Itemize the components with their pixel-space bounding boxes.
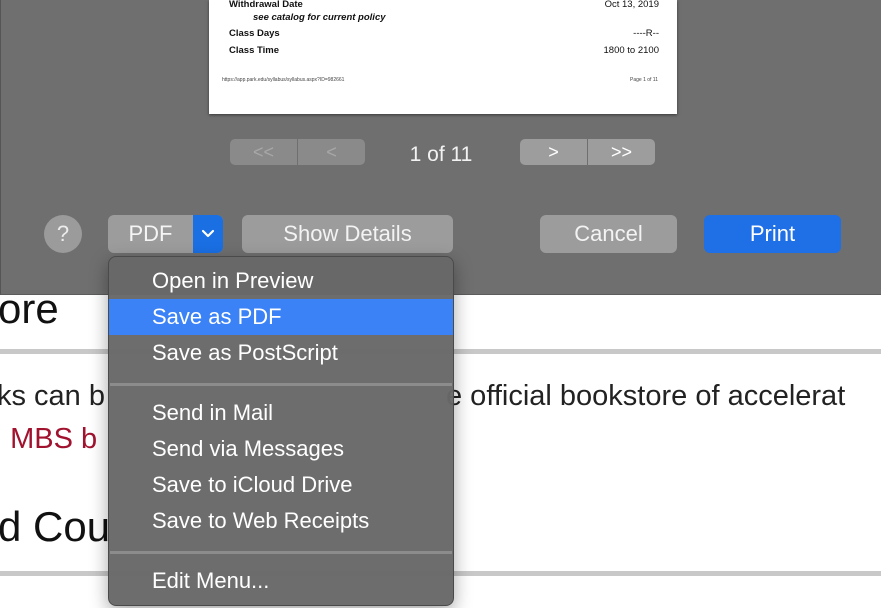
preview-value: 1800 to 2100: [603, 45, 659, 56]
preview-note: see catalog for current policy: [253, 12, 386, 23]
section-heading-partial: d Cou: [0, 503, 111, 550]
cancel-button[interactable]: Cancel: [540, 215, 677, 253]
page-indicator: 1 of 11: [409, 143, 473, 166]
menu-item-save-to-web-receipts[interactable]: Save to Web Receipts: [109, 503, 453, 539]
page-nav-back: << <: [230, 139, 365, 165]
print-button[interactable]: Print: [704, 215, 841, 253]
preview-value: Oct 13, 2019: [604, 0, 659, 10]
menu-item-save-as-pdf[interactable]: Save as PDF: [109, 299, 453, 335]
preview-footer-page: Page 1 of 11: [630, 77, 658, 83]
preview-row: Withdrawal Date Oct 13, 2019: [229, 0, 659, 10]
menu-separator: [110, 383, 452, 386]
pdf-label[interactable]: PDF: [108, 215, 193, 253]
preview-value: ----R--: [633, 28, 659, 39]
menu-item-open-in-preview[interactable]: Open in Preview: [109, 263, 453, 299]
last-page-button[interactable]: >>: [588, 139, 655, 165]
menu-separator: [110, 551, 452, 554]
paragraph-text-left: ks can b: [0, 380, 105, 412]
preview-label: Class Days: [229, 28, 280, 39]
chevron-down-icon[interactable]: [193, 215, 223, 253]
preview-label: Withdrawal Date: [229, 0, 303, 10]
print-preview-page: Withdrawal Date Oct 13, 2019 see catalog…: [209, 0, 677, 114]
help-button[interactable]: ?: [44, 215, 82, 253]
paragraph-text-right: e official bookstore of accelerat: [446, 380, 846, 412]
preview-row: Class Time 1800 to 2100: [229, 45, 659, 56]
menu-item-send-in-mail[interactable]: Send in Mail: [109, 395, 453, 431]
preview-row: Class Days ----R--: [229, 28, 659, 39]
previous-page-button[interactable]: <: [298, 139, 365, 165]
next-page-button[interactable]: >: [520, 139, 587, 165]
show-details-button[interactable]: Show Details: [242, 215, 453, 253]
first-page-button[interactable]: <<: [230, 139, 297, 165]
menu-item-send-via-messages[interactable]: Send via Messages: [109, 431, 453, 467]
menu-item-edit-menu[interactable]: Edit Menu...: [109, 563, 453, 599]
pdf-menu-button[interactable]: PDF: [108, 215, 223, 253]
preview-footer-url: https://app.park.edu/syllabus/syllabus.a…: [222, 77, 345, 83]
bookstore-link[interactable]: . MBS b: [0, 425, 97, 454]
preview-label: Class Time: [229, 45, 279, 56]
pdf-dropdown-menu: Open in Preview Save as PDF Save as Post…: [108, 256, 454, 606]
menu-item-save-as-postscript[interactable]: Save as PostScript: [109, 335, 453, 371]
page-nav-forward: > >>: [520, 139, 655, 165]
print-sheet: Withdrawal Date Oct 13, 2019 see catalog…: [0, 0, 881, 295]
menu-item-save-to-icloud[interactable]: Save to iCloud Drive: [109, 467, 453, 503]
